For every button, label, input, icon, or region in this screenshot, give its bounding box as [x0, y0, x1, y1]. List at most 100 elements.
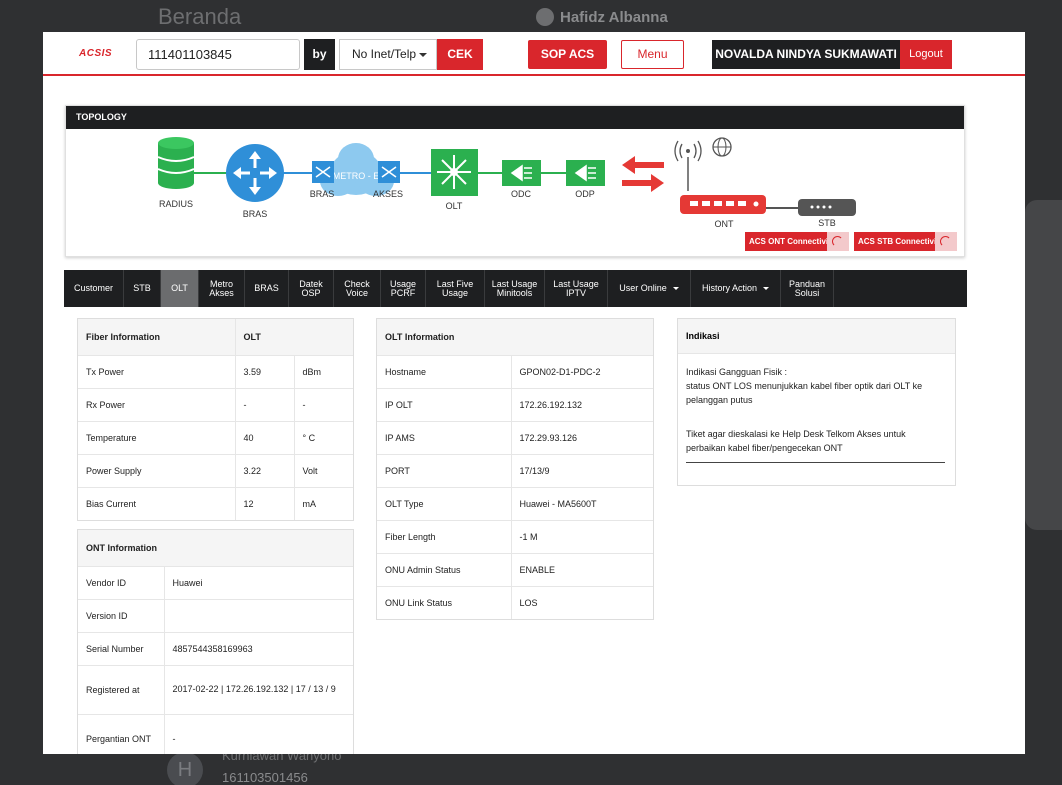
divider: [686, 462, 945, 463]
acsis-logo: ACSIS: [79, 48, 113, 59]
tab-last-usage-minitools[interactable]: Last Usage Minitools: [485, 270, 545, 307]
ont-node-icon: [680, 195, 766, 214]
metro-label: METRO - E: [333, 171, 380, 181]
odc-label: ODC: [511, 189, 532, 199]
odp-label: ODP: [575, 189, 595, 199]
fiber-information-panel: Fiber Information OLT Tx Power 3.59 dBm …: [77, 318, 354, 521]
tab-stb[interactable]: STB: [124, 270, 161, 307]
current-user-name: NOVALDA NINDYA SUKMAWATI: [712, 40, 900, 69]
header-bar: ACSIS by No Inet/Telp CEK SOP ACS Menu N…: [43, 32, 1025, 76]
fiber-header-olt: OLT: [234, 319, 353, 356]
wifi-antenna-icon: [674, 140, 702, 191]
table-row: Rx Power - -: [78, 388, 353, 422]
tab-usage-pcrf[interactable]: Usage PCRF: [381, 270, 426, 307]
tab-customer[interactable]: Customer: [64, 270, 124, 307]
background-avatar: H: [167, 752, 203, 785]
tab-last-five-usage[interactable]: Last Five Usage: [426, 270, 485, 307]
table-row: Fiber Length -1 M: [377, 520, 653, 554]
loading-spinner-icon: [935, 232, 957, 251]
table-row: Serial Number 4857544358169963: [78, 632, 353, 666]
fiber-header-row: Fiber Information OLT: [78, 319, 353, 356]
search-type-value: No Inet/Telp: [352, 47, 417, 61]
olt-label: OLT: [446, 201, 463, 211]
topology-title: TOPOLOGY: [66, 106, 964, 129]
menu-button[interactable]: Menu: [621, 40, 684, 69]
acs-ont-label: ACS ONT Connectivity: [749, 237, 836, 246]
ont-header-title: ONT Information: [78, 530, 353, 567]
tab-bras[interactable]: BRAS: [245, 270, 289, 307]
radius-label: RADIUS: [159, 199, 193, 209]
olt-information-table: OLT Information Hostname GPON02-D1-PDC-2…: [377, 319, 653, 619]
stb-label: STB: [818, 218, 836, 228]
background-title: Beranda: [158, 4, 242, 29]
table-row: Version ID: [78, 599, 353, 633]
ont-information-table: ONT Information Vendor ID Huawei Version…: [78, 530, 353, 754]
background-user-name: Hafidz Albanna: [560, 8, 668, 26]
ont-information-panel: ONT Information Vendor ID Huawei Version…: [77, 529, 354, 754]
indikasi-line-3: Tiket agar dieskalasi ke Help Desk Telko…: [686, 429, 906, 453]
by-label: by: [304, 39, 335, 70]
bras-node-icon: [226, 144, 284, 202]
olt-header-title: OLT Information: [377, 319, 653, 356]
acs-stb-connectivity-button[interactable]: ACS STB Connectivity: [854, 232, 957, 251]
table-row: Registered at 2017-02-22 | 172.26.192.13…: [78, 665, 353, 715]
table-row: ONU Admin Status ENABLE: [377, 553, 653, 587]
bidirectional-arrows-icon: [622, 156, 664, 192]
caret-down-icon: [419, 53, 427, 57]
fiber-header-label: Fiber Information: [78, 319, 235, 356]
bras-switch-icon: [312, 161, 334, 183]
odc-node-icon: [502, 160, 541, 186]
topology-panel: TOPOLOGY RADIUS BRAS METRO - E BRAS AKSE…: [65, 105, 965, 257]
table-row: OLT Type Huawei - MA5600T: [377, 487, 653, 521]
loading-spinner-icon: [827, 232, 849, 251]
caret-down-icon: [672, 287, 679, 290]
table-row: IP OLT 172.26.192.132: [377, 388, 653, 422]
table-row: IP AMS 172.29.93.126: [377, 421, 653, 455]
ont-label: ONT: [715, 219, 735, 229]
logout-button[interactable]: Logout: [900, 40, 952, 69]
tab-check-voice[interactable]: Check Voice: [334, 270, 381, 307]
table-row: Bias Current 12 mA: [78, 487, 353, 520]
indikasi-title: Indikasi: [678, 319, 955, 354]
background-row-id: 161103501456: [222, 770, 308, 785]
olt-node-icon: [431, 149, 478, 196]
indikasi-body: Indikasi Gangguan Fisik : status ONT LOS…: [678, 354, 955, 474]
user-avatar-icon: [536, 8, 554, 26]
bras-label: BRAS: [243, 209, 268, 219]
tab-bar: Customer STB OLT Metro Akses BRAS Datek OS…: [64, 270, 967, 307]
table-row: Vendor ID Huawei: [78, 566, 353, 600]
tab-history-action[interactable]: History Action: [691, 270, 781, 307]
tab-datek-osp[interactable]: Datek OSP: [289, 270, 334, 307]
search-type-select[interactable]: No Inet/Telp: [339, 39, 437, 70]
search-input[interactable]: [136, 39, 300, 70]
acs-ont-connectivity-button[interactable]: ACS ONT Connectivity: [745, 232, 849, 251]
table-row: ONU Link Status LOS: [377, 586, 653, 619]
tab-last-usage-iptv[interactable]: Last Usage IPTV: [545, 270, 608, 307]
cek-button[interactable]: CEK: [437, 39, 483, 70]
indikasi-line-2: status ONT LOS menunjukkan kabel fiber o…: [686, 381, 923, 405]
indikasi-line-1: Indikasi Gangguan Fisik :: [686, 367, 788, 377]
stb-node-icon: [798, 199, 856, 216]
acsis-modal: ACSIS by No Inet/Telp CEK SOP ACS Menu N…: [43, 32, 1025, 754]
tab-user-online[interactable]: User Online: [608, 270, 691, 307]
sop-acs-button[interactable]: SOP ACS: [528, 40, 607, 69]
background-user: Hafidz Albanna: [536, 8, 668, 26]
radius-node-icon: [157, 137, 195, 189]
table-row: PORT 17/13/9: [377, 454, 653, 488]
fiber-information-table: Fiber Information OLT Tx Power 3.59 dBm …: [78, 319, 353, 520]
olt-header-row: OLT Information: [377, 319, 653, 356]
tab-panduan-solusi[interactable]: Panduan Solusi: [781, 270, 834, 307]
table-row: Temperature 40 ° C: [78, 421, 353, 455]
indikasi-panel: Indikasi Indikasi Gangguan Fisik : statu…: [677, 318, 956, 486]
caret-down-icon: [763, 287, 770, 290]
bras-metro-label: BRAS: [310, 189, 335, 199]
akses-switch-icon: [378, 161, 400, 183]
tab-olt[interactable]: OLT: [161, 270, 199, 307]
globe-icon: [712, 137, 732, 157]
table-row: Hostname GPON02-D1-PDC-2: [377, 355, 653, 389]
odp-node-icon: [566, 160, 605, 186]
tab-metro-akses[interactable]: Metro Akses: [199, 270, 245, 307]
olt-information-panel: OLT Information Hostname GPON02-D1-PDC-2…: [376, 318, 654, 620]
background-side-panel: [1025, 200, 1062, 530]
table-row: Power Supply 3.22 Volt: [78, 454, 353, 488]
